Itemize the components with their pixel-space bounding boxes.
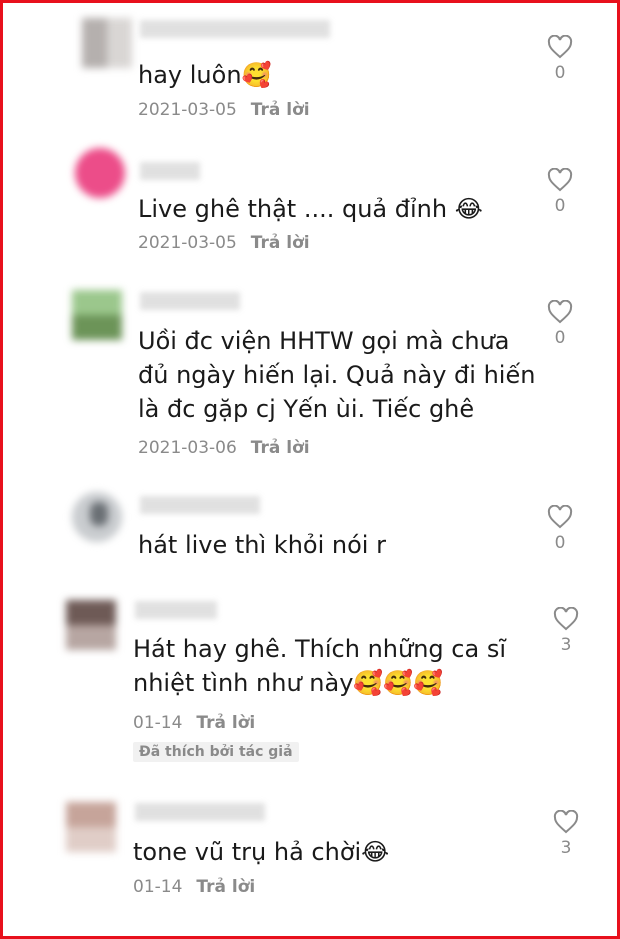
comment-meta: 2021-03-05 Trả lời xyxy=(138,233,310,253)
heart-outline-icon xyxy=(547,168,573,192)
like-count: 0 xyxy=(554,63,566,83)
like-button[interactable]: 0 xyxy=(545,35,575,83)
like-count: 0 xyxy=(554,196,566,216)
comment-text: tone vũ trụ hả chời😂 xyxy=(133,838,390,866)
username-blurred[interactable] xyxy=(140,162,200,180)
heart-outline-icon xyxy=(547,505,573,529)
like-count: 0 xyxy=(554,328,566,348)
comment-date: 2021-03-06 xyxy=(138,438,237,458)
comment-text: Hát hay ghê. Thích những ca sĩ nhiệt tìn… xyxy=(133,635,506,697)
username-blurred[interactable] xyxy=(135,803,265,821)
comment-text: Uồi đc viện HHTW gọi mà chưa đủ ngày hiế… xyxy=(138,327,536,423)
comment-meta: 01-14 Trả lời xyxy=(133,713,255,733)
avatar[interactable] xyxy=(66,802,116,852)
reply-button[interactable]: Trả lời xyxy=(196,877,255,897)
avatar[interactable] xyxy=(75,148,125,198)
heart-outline-icon xyxy=(547,300,573,324)
comment-meta: 01-14 Trả lời xyxy=(133,877,255,897)
comment-meta: 2021-03-05 Trả lời xyxy=(138,100,310,120)
like-button[interactable]: 3 xyxy=(551,607,581,655)
username-blurred[interactable] xyxy=(140,292,240,310)
like-button[interactable]: 0 xyxy=(545,505,575,553)
avatar[interactable] xyxy=(72,492,122,542)
avatar[interactable] xyxy=(72,290,122,340)
liked-by-author-badge: Đã thích bởi tác giả xyxy=(133,742,299,762)
comment-date: 2021-03-05 xyxy=(138,233,237,253)
comment-text: Live ghê thật .... quả đỉnh 😂 xyxy=(138,195,483,223)
reply-button[interactable]: Trả lời xyxy=(251,100,310,120)
comment-date: 01-14 xyxy=(133,713,183,733)
like-count: 0 xyxy=(554,533,566,553)
username-blurred[interactable] xyxy=(135,601,217,619)
reply-button[interactable]: Trả lời xyxy=(196,713,255,733)
avatar[interactable] xyxy=(82,18,132,68)
comment-meta: 2021-03-06 Trả lời xyxy=(138,438,310,458)
comment-text: hát live thì khỏi nói r xyxy=(138,531,386,559)
reply-button[interactable]: Trả lời xyxy=(251,438,310,458)
avatar[interactable] xyxy=(66,600,116,650)
like-button[interactable]: 0 xyxy=(545,168,575,216)
comment-date: 01-14 xyxy=(133,877,183,897)
like-count: 3 xyxy=(560,838,572,858)
like-button[interactable]: 0 xyxy=(545,300,575,348)
reply-button[interactable]: Trả lời xyxy=(251,233,310,253)
username-blurred[interactable] xyxy=(140,20,330,38)
heart-outline-icon xyxy=(553,607,579,631)
comment-date: 2021-03-05 xyxy=(138,100,237,120)
like-count: 3 xyxy=(560,635,572,655)
like-button[interactable]: 3 xyxy=(551,810,581,858)
red-frame-border xyxy=(0,0,620,939)
username-blurred[interactable] xyxy=(140,496,260,514)
heart-outline-icon xyxy=(553,810,579,834)
comment-text: hay luôn🥰 xyxy=(138,61,272,89)
heart-outline-icon xyxy=(547,35,573,59)
